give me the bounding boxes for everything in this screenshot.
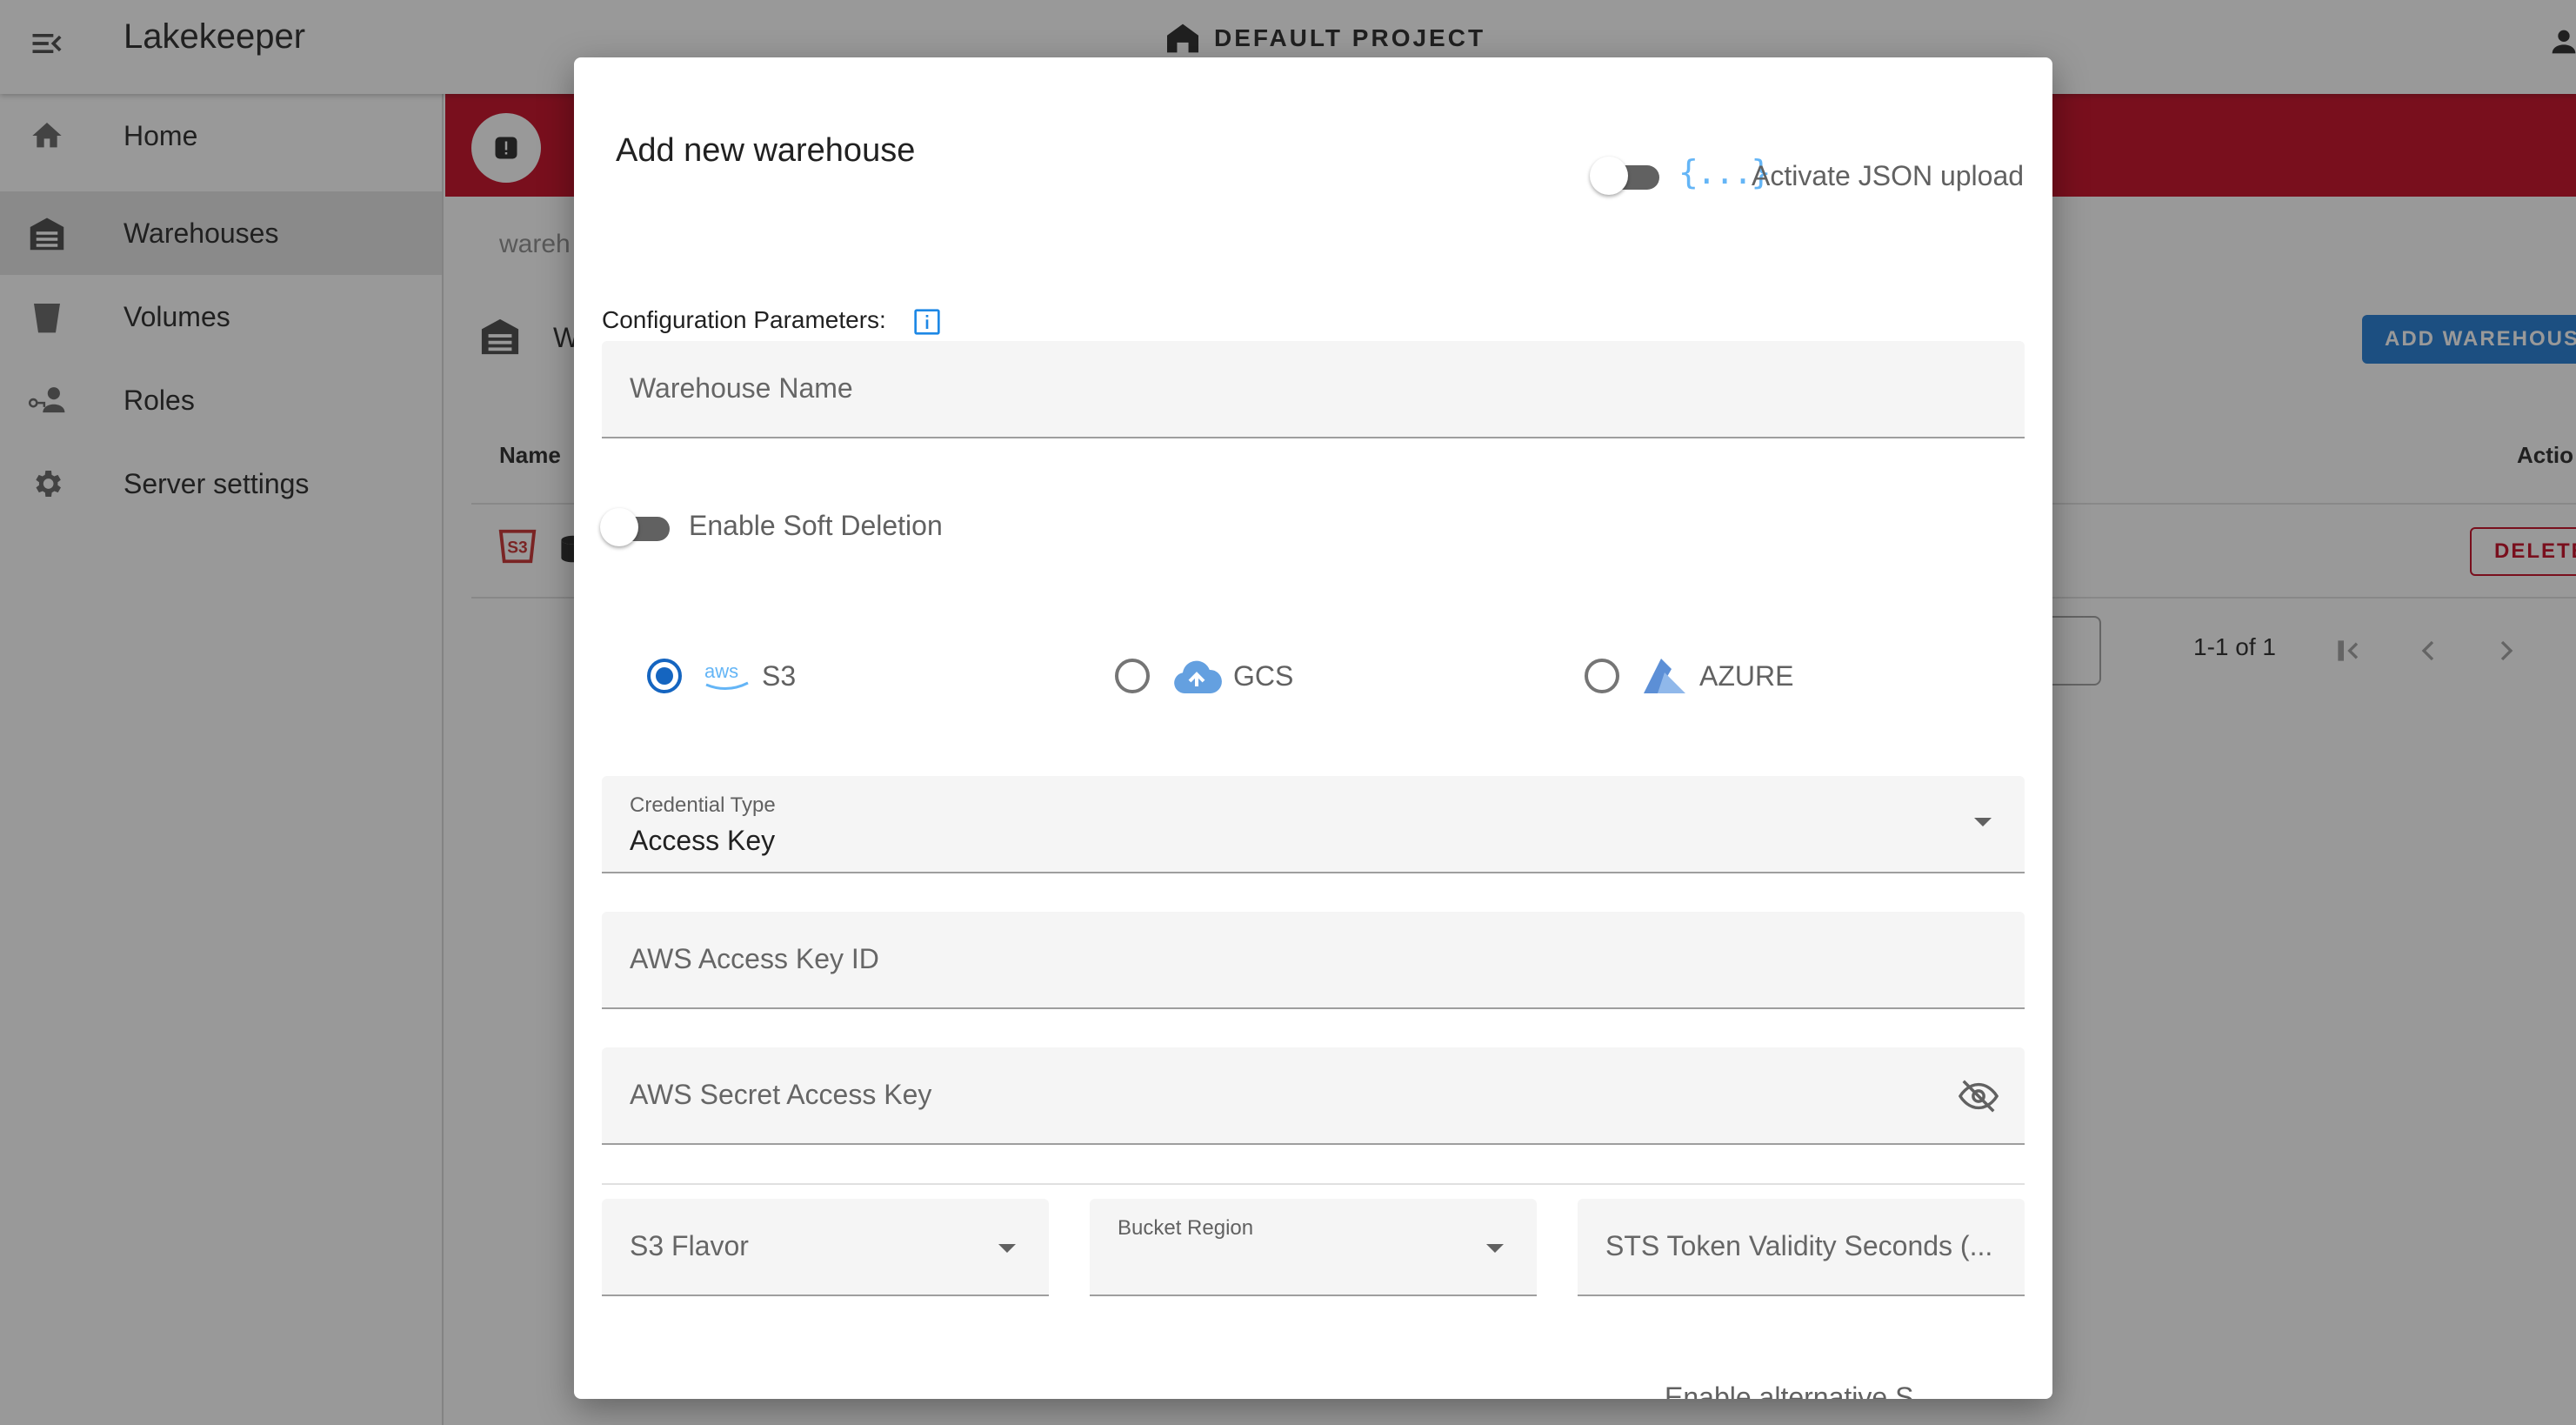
add-warehouse-dialog: Add new warehouse {...} Activate JSON up… (574, 57, 2052, 1399)
warehouse-name-field[interactable]: Warehouse Name (602, 341, 2025, 438)
aws-secret-access-key-field[interactable]: AWS Secret Access Key (602, 1047, 2025, 1145)
storage-option-label: AZURE (1699, 659, 1794, 692)
radio-unchecked[interactable] (1585, 659, 1619, 693)
storage-option-label: S3 (762, 659, 797, 692)
json-upload-label: Activate JSON upload (1752, 160, 2025, 191)
credential-type-value: Access Key (630, 825, 776, 856)
soft-deletion-label: Enable Soft Deletion (689, 510, 943, 541)
storage-option-azure[interactable]: AZURE (1585, 654, 1793, 698)
chevron-down-icon[interactable] (1486, 1244, 1504, 1253)
dialog-title: Add new warehouse (616, 132, 916, 169)
storage-option-s3[interactable]: aws S3 (647, 654, 796, 698)
config-params-label: Configuration Parameters: (602, 306, 886, 333)
credential-type-select[interactable]: Credential Type Access Key (602, 776, 2025, 873)
sts-validity-placeholder: STS Token Validity Seconds (... (1605, 1230, 1993, 1261)
chevron-down-icon[interactable] (1974, 818, 1992, 826)
bucket-region-label: Bucket Region (1118, 1216, 1254, 1240)
secret-access-key-placeholder: AWS Secret Access Key (630, 1079, 932, 1110)
bucket-region-select[interactable]: Bucket Region (1090, 1199, 1537, 1296)
storage-option-gcs[interactable]: GCS (1115, 654, 1293, 698)
svg-text:aws: aws (704, 660, 738, 682)
info-icon[interactable] (913, 308, 941, 336)
access-key-id-placeholder: AWS Access Key ID (630, 943, 879, 974)
azure-logo (1640, 654, 1689, 698)
gcs-cloud-icon (1171, 654, 1223, 698)
credential-type-label: Credential Type (630, 793, 776, 817)
eye-off-icon[interactable] (1958, 1079, 1999, 1114)
s3-flavor-placeholder: S3 Flavor (630, 1230, 749, 1261)
alternative-protocols-toggle-label: Enable alternative S (1665, 1382, 1914, 1399)
radio-unchecked[interactable] (1115, 659, 1150, 693)
warehouse-name-placeholder: Warehouse Name (630, 372, 853, 404)
sts-token-validity-field[interactable]: STS Token Validity Seconds (... (1578, 1199, 2025, 1296)
storage-option-label: GCS (1233, 659, 1294, 692)
aws-logo: aws (703, 654, 751, 698)
aws-access-key-id-field[interactable]: AWS Access Key ID (602, 912, 2025, 1009)
soft-deletion-toggle[interactable] (600, 506, 670, 548)
section-divider (602, 1183, 2025, 1185)
radio-checked[interactable] (647, 659, 682, 693)
json-upload-toggle[interactable] (1590, 155, 1659, 197)
s3-flavor-select[interactable]: S3 Flavor (602, 1199, 1049, 1296)
chevron-down-icon[interactable] (998, 1244, 1016, 1253)
